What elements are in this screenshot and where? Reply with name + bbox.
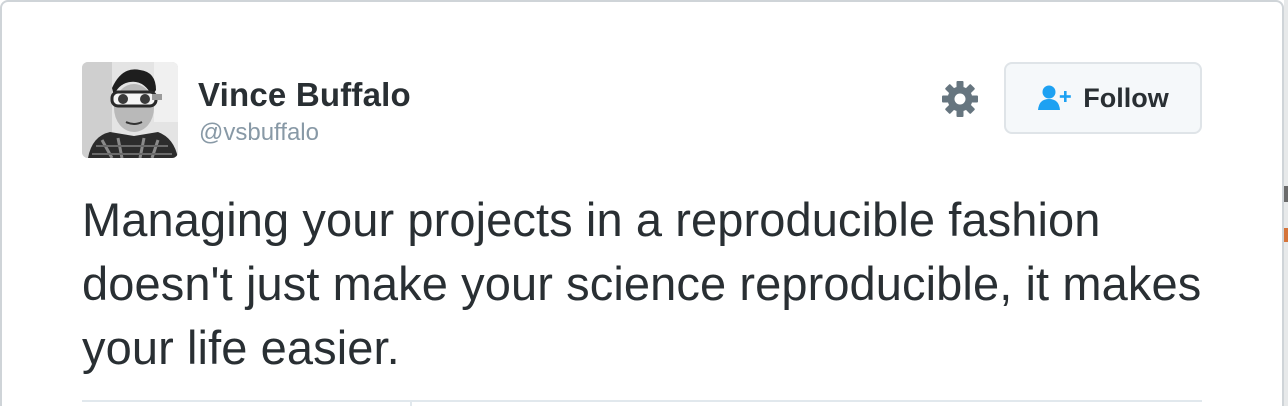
follow-button[interactable]: Follow	[1004, 62, 1202, 134]
background-right-edge	[1284, 0, 1288, 406]
tweet-divider	[82, 400, 1202, 402]
follow-button-label: Follow	[1083, 82, 1169, 113]
author-handle[interactable]: @vsbuffalo	[199, 119, 319, 147]
tweet-text: Managing your projects in a reproducible…	[82, 193, 1202, 374]
avatar[interactable]	[82, 62, 178, 158]
tweet-embed-screen: Vince Buffalo @vsbuffalo Follow Managing…	[0, 0, 1288, 406]
add-user-icon	[1037, 84, 1073, 112]
background-edge-mark	[1284, 228, 1288, 242]
background-edge-mark	[1284, 186, 1288, 202]
author-name[interactable]: Vince Buffalo	[198, 76, 411, 114]
user-avatar-photo	[82, 62, 178, 158]
tweet-divider-tick	[410, 400, 412, 406]
gear-icon[interactable]	[940, 79, 980, 119]
